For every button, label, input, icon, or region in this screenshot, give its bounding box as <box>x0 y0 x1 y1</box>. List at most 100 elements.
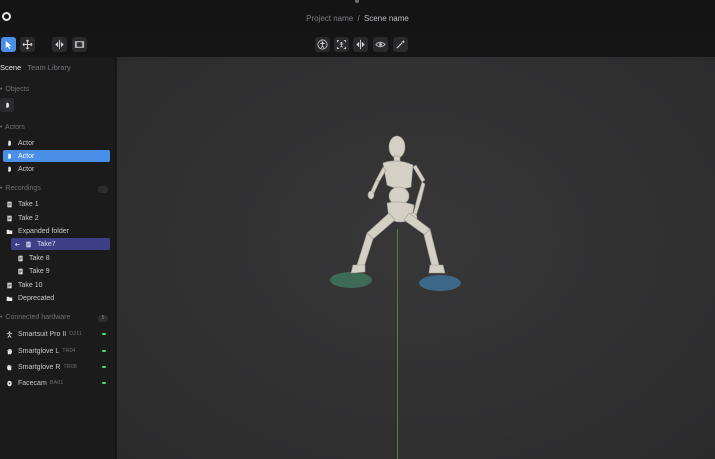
chevron-down-icon: • <box>0 124 3 131</box>
file-icon <box>16 267 24 275</box>
back-arrow-icon <box>13 240 21 248</box>
facecam-icon <box>5 379 13 387</box>
mirror-icon <box>356 39 365 50</box>
hardware-row[interactable]: Smartglove R TR08 <box>3 361 110 373</box>
recording-row[interactable]: Take 10 <box>3 279 110 291</box>
hardware-id: TR04 <box>62 348 76 354</box>
hardware-label: Facecam <box>18 379 47 387</box>
mannequin-foot-left <box>350 264 366 274</box>
hardware-label: Smartsuit Pro II <box>18 330 67 338</box>
suit-icon <box>5 330 13 338</box>
connected-status-indicator <box>102 350 106 352</box>
actor-label: Actor <box>18 165 35 173</box>
connected-status-indicator <box>102 333 106 335</box>
scene-name[interactable]: Scene name <box>364 14 409 23</box>
glove-icon <box>5 363 13 371</box>
sidebar-tabs: Scene Team Library <box>0 63 75 72</box>
file-icon <box>16 254 24 262</box>
recording-label: Take 9 <box>29 267 50 275</box>
body-tool-button[interactable] <box>315 37 330 52</box>
body-icon <box>317 39 328 50</box>
mannequin-foot-right <box>428 264 446 274</box>
recording-label: Take 1 <box>18 200 39 208</box>
hardware-id: D211 <box>69 331 82 337</box>
hardware-id: BA01 <box>49 380 64 386</box>
glove-icon <box>5 347 13 355</box>
toolbar <box>0 32 715 57</box>
section-objects-header[interactable]: • Objects <box>0 86 29 93</box>
folder-row-expanded[interactable]: Expanded folder <box>3 225 110 237</box>
object-tile[interactable] <box>0 98 14 112</box>
mirror-icon <box>55 39 64 50</box>
hardware-count-badge: 5 <box>98 315 108 322</box>
select-tool-button[interactable] <box>1 37 16 52</box>
folder-icon <box>5 227 13 235</box>
film-tool-button[interactable] <box>72 37 87 52</box>
mirror-tool-button[interactable] <box>52 37 67 52</box>
mannequin-upper-arm-left <box>375 166 387 183</box>
hardware-row[interactable]: Smartsuit Pro II D211 <box>3 328 110 340</box>
visibility-button[interactable] <box>373 37 388 52</box>
actor-icon <box>5 165 13 173</box>
move-tool-button[interactable] <box>20 37 35 52</box>
breadcrumb: Project name / Scene name <box>0 14 715 23</box>
frame-capture-button[interactable] <box>334 37 349 52</box>
left-foot-marker <box>330 272 372 288</box>
file-icon <box>5 214 13 222</box>
drag-handle[interactable] <box>355 0 359 3</box>
section-hardware-title: Connected hardware <box>5 314 71 321</box>
project-name[interactable]: Project name <box>306 14 353 23</box>
hardware-label: Smartglove R <box>18 363 61 371</box>
actor-label: Actor <box>18 139 35 147</box>
recording-label: Take 2 <box>18 214 39 222</box>
recordings-count-badge <box>98 186 108 193</box>
mirror-pose-button[interactable] <box>353 37 368 52</box>
folder-row[interactable]: Deprecated <box>3 292 110 304</box>
file-icon <box>5 200 13 208</box>
film-icon <box>74 41 85 48</box>
actor-mannequin[interactable] <box>317 127 477 297</box>
section-actors-header[interactable]: • Actors <box>0 124 25 131</box>
recording-label: Take7 <box>37 240 56 248</box>
eye-icon <box>375 41 386 48</box>
chevron-down-icon: • <box>0 314 3 321</box>
connected-status-indicator <box>102 366 106 368</box>
section-recordings-title: Recordings <box>5 185 41 192</box>
recording-label: Take 10 <box>18 281 43 289</box>
hardware-row[interactable]: Facecam BA01 <box>3 377 110 389</box>
title-bar: Project name / Scene name <box>0 0 715 32</box>
right-foot-marker <box>419 275 461 291</box>
recording-row-selected[interactable]: Take7 <box>11 238 110 250</box>
section-hardware-header[interactable]: • Connected hardware <box>0 314 70 321</box>
hardware-row[interactable]: Smartglove L TR04 <box>3 345 110 357</box>
mannequin-chest <box>382 160 414 189</box>
section-actors-title: Actors <box>5 124 25 131</box>
mannequin-thigh-left <box>366 212 396 240</box>
tab-team-library[interactable]: Team Library <box>27 63 70 72</box>
recording-row[interactable]: Take 1 <box>3 198 110 210</box>
folder-label: Expanded folder <box>18 227 69 235</box>
chevron-down-icon: • <box>0 86 3 93</box>
actor-row[interactable]: Actor <box>3 163 110 175</box>
section-recordings-header[interactable]: • Recordings <box>0 185 41 192</box>
tab-scene[interactable]: Scene <box>0 63 21 72</box>
actor-icon <box>5 139 13 147</box>
actor-row[interactable]: Actor <box>3 137 110 149</box>
actor-row-selected[interactable]: Actor <box>3 150 110 162</box>
magic-wand-button[interactable] <box>393 37 408 52</box>
recording-row[interactable]: Take 8 <box>14 252 110 264</box>
recording-row[interactable]: Take 9 <box>14 265 110 277</box>
frame-capture-icon <box>336 39 347 50</box>
recording-label: Take 8 <box>29 254 50 262</box>
hardware-id: TR08 <box>63 364 77 370</box>
chevron-down-icon: • <box>0 185 3 192</box>
hardware-label: Smartglove L <box>18 347 60 355</box>
actor-label: Actor <box>18 152 35 160</box>
recording-row[interactable]: Take 2 <box>3 212 110 224</box>
folder-icon <box>5 294 13 302</box>
mannequin-upper-arm-right <box>412 164 426 183</box>
move-icon <box>22 39 33 50</box>
magic-wand-icon <box>396 39 406 49</box>
3d-viewport[interactable] <box>117 57 715 459</box>
file-icon <box>24 240 32 248</box>
